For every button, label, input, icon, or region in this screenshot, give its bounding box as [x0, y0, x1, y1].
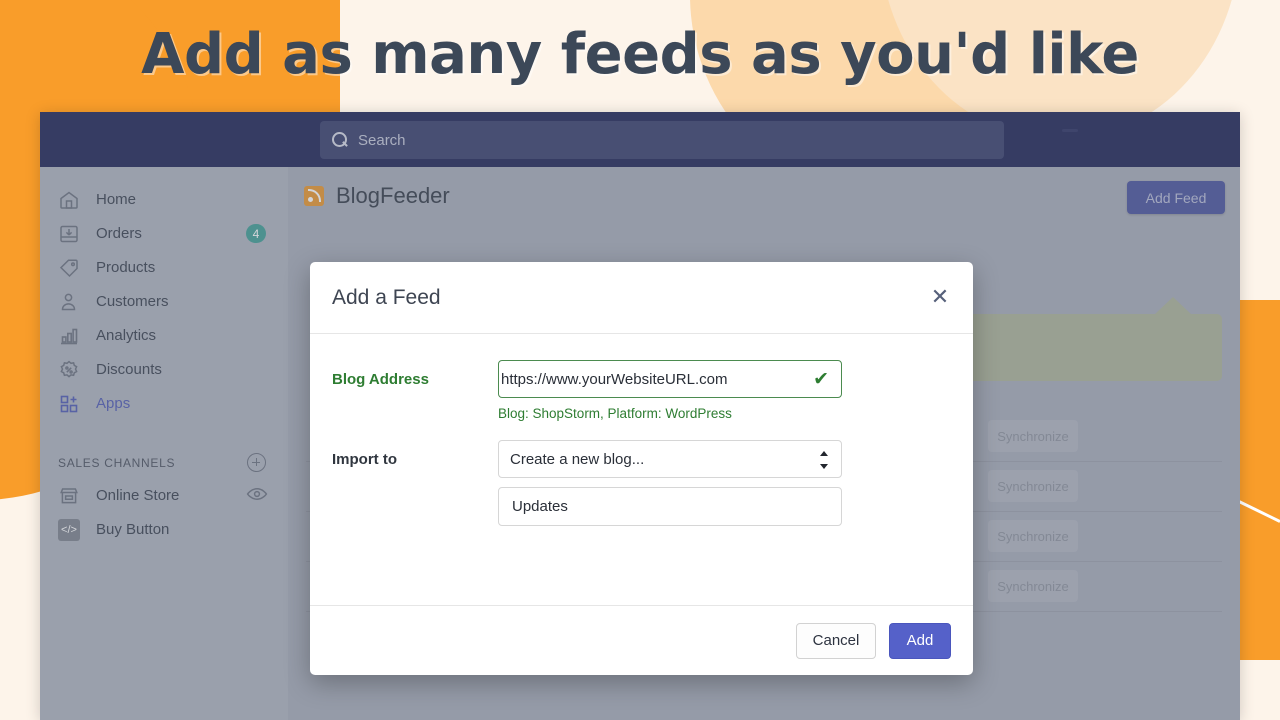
- marketing-screenshot: Add as many feeds as you'd like Search H…: [0, 0, 1280, 720]
- dialog-header: Add a Feed ✕: [310, 262, 973, 334]
- blog-address-field-row: Blog Address https://www.yourWebsiteURL.…: [332, 360, 951, 421]
- blog-address-value: https://www.yourWebsiteURL.com: [501, 370, 728, 388]
- add-feed-dialog: Add a Feed ✕ Blog Address https://www.yo…: [310, 262, 973, 675]
- cancel-button[interactable]: Cancel: [796, 622, 876, 659]
- import-to-select[interactable]: Create a new blog...: [498, 440, 842, 478]
- dialog-body: Blog Address https://www.yourWebsiteURL.…: [310, 334, 973, 605]
- chevron-updown-icon: [820, 451, 829, 469]
- dialog-title: Add a Feed: [332, 285, 441, 309]
- add-button[interactable]: Add: [889, 622, 951, 659]
- blog-address-input[interactable]: https://www.yourWebsiteURL.com ✔: [498, 360, 842, 398]
- import-to-control: Create a new blog... Updates: [498, 440, 842, 526]
- new-blog-name-value: Updates: [512, 498, 568, 515]
- close-icon[interactable]: ✕: [929, 286, 951, 308]
- marketing-headline: Add as many feeds as you'd like: [141, 22, 1139, 87]
- import-to-label: Import to: [332, 451, 397, 468]
- checkmark-icon: ✔: [813, 369, 829, 390]
- blog-address-label: Blog Address: [332, 371, 429, 388]
- import-to-selected-value: Create a new blog...: [510, 450, 645, 468]
- blog-address-helper-text: Blog: ShopStorm, Platform: WordPress: [498, 406, 732, 421]
- import-to-field-row: Import to Create a new blog... Updates: [332, 440, 951, 526]
- app-window: Search Home Orders 4 Products Customers …: [40, 112, 1240, 720]
- new-blog-name-input[interactable]: Updates: [498, 487, 842, 526]
- dialog-footer: Cancel Add: [310, 605, 973, 675]
- blog-address-control: https://www.yourWebsiteURL.com ✔ Blog: S…: [498, 360, 842, 421]
